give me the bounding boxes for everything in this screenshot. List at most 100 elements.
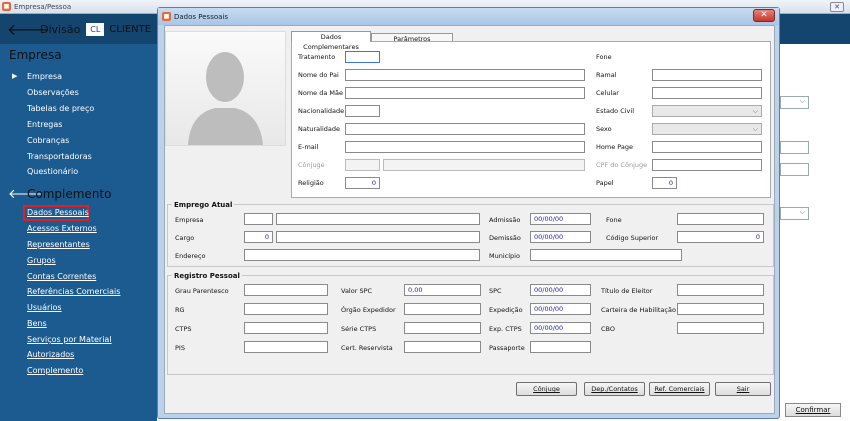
background-field[interactable]	[780, 163, 809, 176]
codigo-superior-field[interactable]: 0	[677, 231, 764, 243]
ref-comerciais-button[interactable]: Ref. Comerciais	[649, 382, 710, 396]
passaporte-field[interactable]	[530, 341, 591, 353]
dialog-app-icon: ■	[162, 12, 171, 21]
religiao-field[interactable]: 0	[345, 177, 380, 189]
papel-field[interactable]: 0	[652, 177, 677, 189]
emprego-atual-title: Emprego Atual	[172, 201, 235, 209]
conjuge-button[interactable]: Cônjuge	[516, 382, 577, 396]
cpf-conjuge-label: CPF do Cônjuge	[596, 161, 648, 169]
titulo-eleitor-field[interactable]	[677, 284, 764, 296]
dialog-title: Dados Pessoais	[174, 12, 229, 21]
division-label: Divisão	[40, 22, 81, 36]
sidebar-link-representantes[interactable]: Representantes	[27, 240, 90, 249]
pis-label: PIS	[175, 344, 185, 352]
photo-panel[interactable]	[165, 31, 286, 146]
empresa-label: Empresa	[175, 216, 204, 224]
emprego-fone-field[interactable]	[677, 213, 764, 225]
sidebar-item-empresa[interactable]: Empresa	[27, 72, 62, 81]
sidebar-link-contas-correntes[interactable]: Contas Correntes	[27, 272, 96, 281]
ramal-field[interactable]	[652, 69, 762, 81]
sidebar-link-grupos[interactable]: Grupos	[27, 256, 56, 265]
demissao-field[interactable]: 00/00/00	[530, 231, 591, 243]
rg-field[interactable]	[244, 303, 328, 315]
sair-button[interactable]: Sair	[715, 382, 771, 396]
spc-field[interactable]: 00/00/00	[530, 284, 591, 296]
cpf-conjuge-field[interactable]	[652, 159, 762, 171]
nacionalidade-field[interactable]	[345, 105, 380, 117]
ctps-label: CTPS	[175, 325, 192, 333]
nome-mae-field[interactable]	[345, 87, 585, 99]
ramal-label: Ramal	[596, 71, 617, 79]
sidebar-link-referencias-comerciais[interactable]: Referências Comerciais	[27, 287, 120, 296]
pis-field[interactable]	[244, 341, 328, 353]
cbo-field[interactable]	[677, 322, 764, 334]
tratamento-label: Tratamento	[298, 53, 336, 61]
sexo-label: Sexo	[596, 125, 612, 133]
ctps-field[interactable]	[244, 322, 328, 334]
back-arrow-icon[interactable]: 🡐	[7, 19, 50, 39]
sidebar-item-transportadoras[interactable]: Transportadoras	[27, 152, 92, 161]
dep-contatos-button[interactable]: Dep./Contatos	[584, 382, 645, 396]
empresa-name-field[interactable]	[276, 213, 480, 225]
background-select[interactable]: ⌵	[780, 207, 809, 220]
codigo-superior-label: Código Superior	[606, 234, 659, 242]
sidebar-item-tabelas-preco[interactable]: Tabelas de preço	[27, 104, 94, 113]
expedicao-field[interactable]: 00/00/00	[530, 303, 591, 315]
person-silhouette-icon	[188, 52, 263, 145]
sidebar-link-bens[interactable]: Bens	[27, 319, 47, 328]
empresa-code-field[interactable]	[244, 213, 273, 225]
sidebar-item-observacoes[interactable]: Observações	[27, 88, 79, 97]
exp-ctps-field[interactable]: 00/00/00	[530, 322, 591, 334]
sidebar-item-cobrancas[interactable]: Cobranças	[27, 136, 69, 145]
cert-reservista-field[interactable]	[404, 341, 481, 353]
background-field[interactable]	[780, 141, 809, 154]
dialog-close-button[interactable]: ✕	[753, 9, 775, 22]
email-field[interactable]	[345, 141, 585, 153]
tratamento-field[interactable]	[345, 51, 380, 63]
sidebar-item-entregas[interactable]: Entregas	[27, 120, 62, 129]
sidebar-link-servicos-material[interactable]: Serviços por Material	[27, 335, 112, 344]
orgao-expedidor-field[interactable]	[404, 303, 481, 315]
naturalidade-label: Naturalidade	[298, 125, 341, 133]
estado-civil-select[interactable]: ⌵	[652, 105, 762, 117]
papel-label: Papel	[596, 179, 614, 187]
conjuge-name-field	[383, 159, 585, 171]
conjuge-label: Cônjuge	[298, 161, 325, 169]
serie-ctps-field[interactable]	[404, 322, 481, 334]
app-close-button[interactable]: ✕	[830, 2, 844, 12]
grau-parentesco-field[interactable]	[244, 284, 328, 296]
tab-dados-complementares[interactable]: Dados Complementares	[291, 31, 371, 51]
home-page-field[interactable]	[652, 141, 762, 153]
nome-pai-field[interactable]	[345, 69, 585, 81]
cargo-code-field[interactable]: 0	[244, 231, 273, 243]
cargo-name-field[interactable]	[276, 231, 480, 243]
confirm-button[interactable]: Confirmar	[785, 403, 841, 417]
valor-spc-field[interactable]: 0,00	[404, 284, 481, 296]
exp-ctps-label: Exp. CTPS	[489, 325, 522, 333]
background-select[interactable]: ⌵	[780, 96, 809, 109]
sidebar-item-questionario[interactable]: Questionário	[27, 167, 78, 176]
nacionalidade-label: Nacionalidade	[298, 107, 345, 115]
emprego-fone-label: Fone	[606, 216, 622, 224]
celular-field[interactable]	[652, 87, 762, 99]
sidebar-link-acessos-externos[interactable]: Acessos Externos	[27, 224, 97, 233]
naturalidade-field[interactable]	[345, 123, 585, 135]
serie-ctps-label: Série CTPS	[341, 325, 377, 333]
rg-label: RG	[175, 306, 185, 314]
sidebar-link-usuarios[interactable]: Usuários	[27, 303, 62, 312]
carteira-habilitacao-field[interactable]	[677, 303, 764, 315]
cert-reservista-label: Cert. Reservista	[341, 344, 393, 352]
municipio-field[interactable]	[530, 249, 682, 261]
celular-label: Celular	[596, 89, 619, 97]
sidebar-link-autorizados[interactable]: Autorizados	[27, 350, 74, 359]
app-icon: ■	[2, 2, 11, 11]
grau-parentesco-label: Grau Parentesco	[175, 287, 229, 295]
valor-spc-label: Valor SPC	[341, 287, 373, 295]
admissao-field[interactable]: 00/00/00	[530, 213, 591, 225]
sidebar-link-complemento[interactable]: Complemento	[27, 366, 83, 375]
endereco-field[interactable]	[244, 249, 480, 261]
sexo-select[interactable]: ⌵	[652, 123, 762, 135]
sidebar-link-dados-pessoais[interactable]: Dados Pessoais	[27, 208, 89, 217]
demissao-label: Demissão	[489, 234, 521, 242]
municipio-label: Município	[489, 252, 520, 260]
